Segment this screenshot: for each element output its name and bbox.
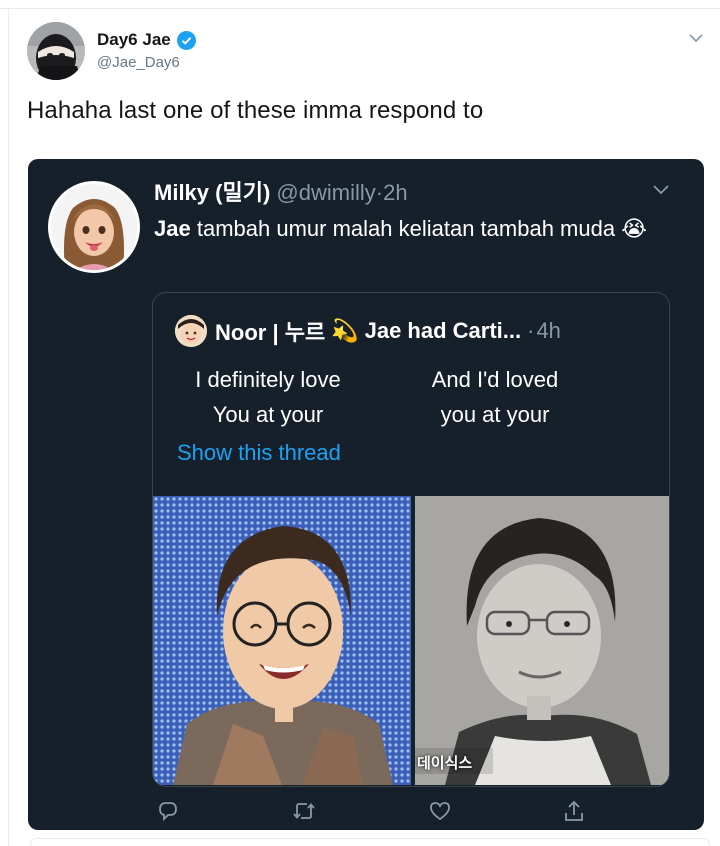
- embedded-display-name[interactable]: Milky (밀기): [154, 180, 270, 205]
- next-tweet-edge: [30, 838, 710, 846]
- crying-emoji: 😭: [621, 216, 647, 241]
- quoted-author[interactable]: Noor | 누르: [215, 315, 325, 347]
- photo-adult[interactable]: [153, 496, 411, 785]
- quoted-text-right: And I'd loved you at your: [415, 362, 575, 432]
- chevron-down-icon[interactable]: [686, 28, 706, 48]
- embedded-text-rest: tambah umur malah keliatan tambah muda: [196, 216, 616, 241]
- embedded-time[interactable]: 2h: [383, 180, 407, 205]
- quoted-avatar[interactable]: [175, 315, 207, 347]
- quoted-tweet[interactable]: Noor | 누르 💫 Jae had Carti... · 4h I defin…: [152, 292, 670, 787]
- display-name[interactable]: Day6 Jae: [97, 30, 196, 50]
- embedded-header: Milky (밀기) @dwimilly·2h: [154, 175, 408, 207]
- separator-dot: ·: [527, 318, 535, 343]
- quoted-text-left: I definitely love You at your: [177, 362, 359, 432]
- avatar[interactable]: [27, 22, 85, 80]
- display-name-text[interactable]: Day6 Jae: [97, 30, 171, 50]
- tweet-text: Hahaha last one of these imma respond to: [27, 97, 484, 124]
- separator-dot: ·: [375, 180, 384, 205]
- verified-badge-icon: [176, 30, 196, 50]
- embedded-tweet-card[interactable]: Milky (밀기) @dwimilly·2h Jae tambah umur …: [28, 159, 704, 830]
- reply-icon[interactable]: [156, 799, 180, 823]
- quoted-line: And I'd loved: [431, 367, 559, 392]
- quoted-line: you at your: [440, 402, 550, 427]
- left-divider: [8, 9, 9, 846]
- top-divider: [0, 0, 720, 9]
- retweet-icon[interactable]: [292, 799, 316, 823]
- quoted-header: Noor | 누르 💫 Jae had Carti... · 4h: [215, 315, 561, 347]
- photo-watermark: 데이식스: [417, 754, 473, 772]
- quoted-line: You at your: [212, 402, 324, 427]
- embedded-handle[interactable]: @dwimilly: [276, 180, 375, 205]
- embedded-tweet-text: Jae tambah umur malah keliatan tambah mu…: [154, 211, 674, 246]
- dizzy-emoji: 💫: [331, 318, 359, 343]
- mention-bold: Jae: [154, 216, 191, 241]
- chevron-down-icon[interactable]: [650, 179, 672, 201]
- quoted-time[interactable]: 4h: [536, 318, 560, 344]
- quoted-author-rest[interactable]: Jae had Carti...: [365, 318, 522, 344]
- quoted-line: I definitely love: [195, 367, 341, 392]
- share-icon[interactable]: [562, 799, 586, 823]
- handle[interactable]: @Jae_Day6: [97, 54, 180, 71]
- like-icon[interactable]: [428, 799, 452, 823]
- photo-child[interactable]: 데이식스: [415, 496, 669, 785]
- tweet-actions: [28, 793, 704, 830]
- show-thread-link[interactable]: Show this thread: [177, 440, 341, 466]
- embedded-avatar[interactable]: [48, 181, 140, 273]
